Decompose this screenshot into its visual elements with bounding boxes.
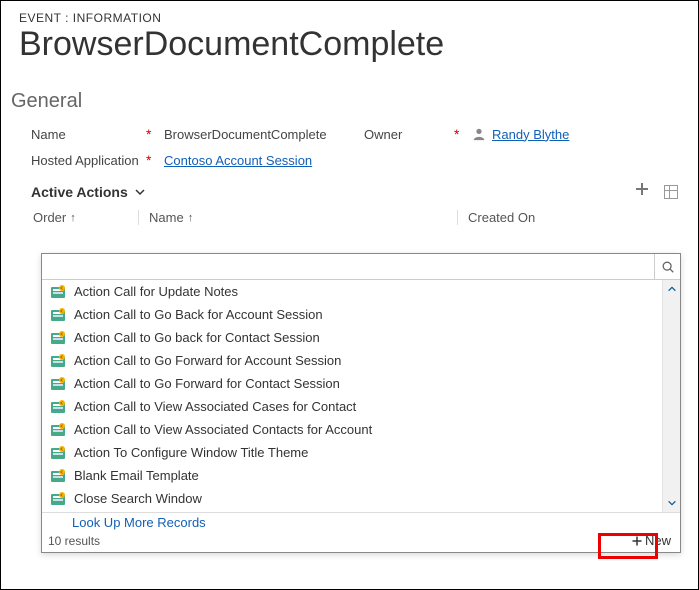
record-icon: [50, 307, 66, 323]
search-button[interactable]: [654, 254, 680, 279]
record-icon: [50, 376, 66, 392]
scrollbar[interactable]: [662, 280, 680, 512]
label-owner: Owner: [364, 127, 454, 142]
lookup-item-label: Action Call for Update Notes: [74, 284, 238, 299]
lookup-new-button[interactable]: New: [627, 531, 675, 550]
lookup-item-label: Action To Configure Window Title Theme: [74, 445, 308, 460]
col-created[interactable]: Created On: [457, 210, 678, 225]
add-record-button[interactable]: [634, 181, 650, 202]
label-name: Name: [31, 127, 146, 142]
value-name[interactable]: BrowserDocumentComplete: [164, 127, 364, 142]
lookup-item-label: Action Call to Go back for Contact Sessi…: [74, 330, 320, 345]
lookup-item-label: Blank Email Template: [74, 468, 199, 483]
lookup-item[interactable]: Action Call to Go Forward for Contact Se…: [42, 372, 662, 395]
lookup-item[interactable]: Action Call for Update Notes: [42, 280, 662, 303]
scroll-down-button[interactable]: [663, 494, 680, 512]
required-marker: *: [146, 126, 164, 142]
hosted-app-link[interactable]: Contoso Account Session: [164, 153, 312, 168]
record-icon: [50, 330, 66, 346]
search-icon: [661, 260, 675, 274]
subgrid-title-text: Active Actions: [31, 184, 128, 200]
lookup-item-label: Action Call to View Associated Cases for…: [74, 399, 356, 414]
breadcrumb: EVENT : INFORMATION: [19, 11, 680, 25]
required-marker: *: [146, 152, 164, 168]
label-hosted-app: Hosted Application: [31, 153, 146, 168]
subgrid-title[interactable]: Active Actions: [31, 184, 146, 200]
lookup-item[interactable]: Action To Configure Window Title Theme: [42, 441, 662, 464]
scroll-track[interactable]: [663, 298, 680, 494]
lookup-item[interactable]: Action Call to Go back for Contact Sessi…: [42, 326, 662, 349]
record-icon: [50, 422, 66, 438]
lookup-results-count: 10 results: [48, 534, 100, 548]
grid-view-button[interactable]: [664, 185, 678, 199]
page-title: BrowserDocumentComplete: [19, 25, 680, 64]
record-icon: [50, 353, 66, 369]
lookup-item[interactable]: Blank Email Template: [42, 464, 662, 487]
col-order[interactable]: Order↑: [31, 210, 139, 225]
lookup-more-link[interactable]: Look Up More Records: [72, 515, 206, 530]
record-icon: [50, 468, 66, 484]
lookup-item-label: Action Call to View Associated Contacts …: [74, 422, 372, 437]
scroll-up-button[interactable]: [663, 280, 680, 298]
lookup-item[interactable]: Action Call to Go Forward for Account Se…: [42, 349, 662, 372]
record-icon: [50, 284, 66, 300]
record-icon: [50, 491, 66, 507]
lookup-item-label: Action Call to Go Forward for Account Se…: [74, 353, 341, 368]
lookup-item-label: Action Call to Go Back for Account Sessi…: [74, 307, 323, 322]
plus-icon: [631, 535, 643, 547]
required-marker: *: [454, 126, 472, 142]
record-icon: [50, 445, 66, 461]
lookup-item[interactable]: Action Call to View Associated Cases for…: [42, 395, 662, 418]
owner-link[interactable]: Randy Blythe: [492, 127, 569, 142]
grid-column-headers: Order↑ Name↑ Created On: [31, 206, 678, 229]
lookup-search-input[interactable]: [42, 254, 654, 279]
lookup-panel: Action Call for Update Notes Action Call …: [41, 253, 681, 553]
lookup-item[interactable]: Close Search Window: [42, 487, 662, 510]
lookup-item[interactable]: Action Call to View Associated Contacts …: [42, 418, 662, 441]
col-name[interactable]: Name↑: [139, 210, 457, 225]
record-icon: [50, 399, 66, 415]
lookup-item[interactable]: Action Call to Go Back for Account Sessi…: [42, 303, 662, 326]
chevron-down-icon: [134, 186, 146, 198]
section-general: General: [1, 82, 698, 121]
person-icon: [472, 127, 486, 141]
lookup-new-label: New: [645, 533, 671, 548]
lookup-item-label: Close Search Window: [74, 491, 202, 506]
lookup-item-label: Action Call to Go Forward for Contact Se…: [74, 376, 340, 391]
